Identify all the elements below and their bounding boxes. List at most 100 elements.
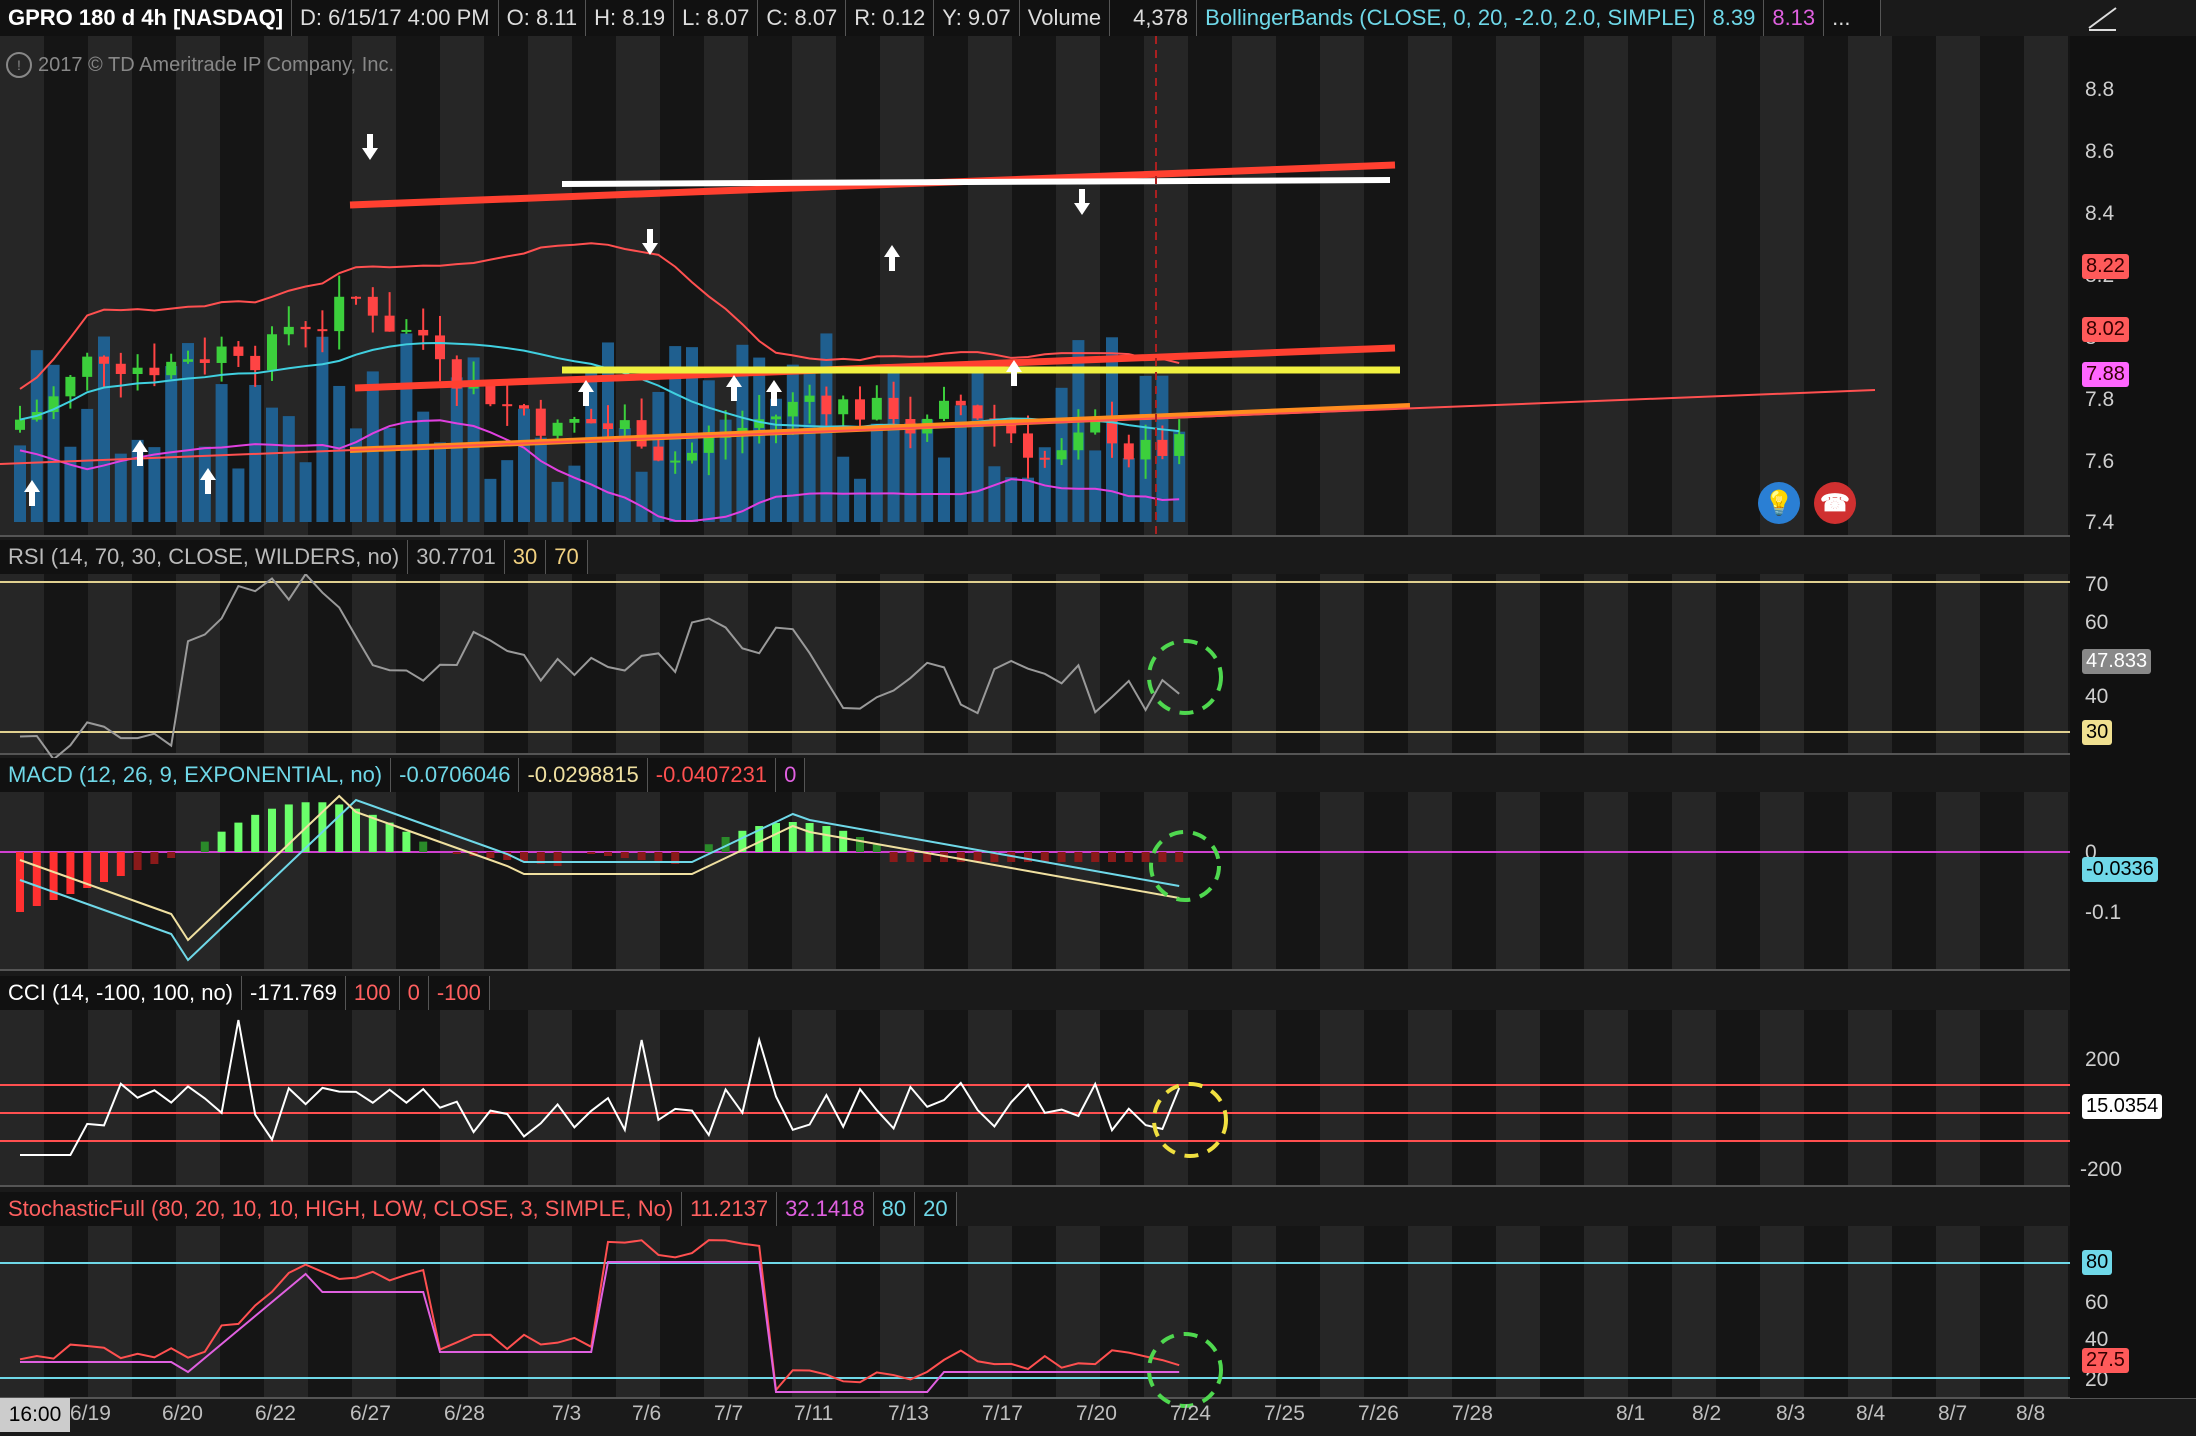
session-band <box>440 1226 484 1398</box>
session-band <box>1496 36 1540 536</box>
volume-bar <box>635 471 648 522</box>
candle-body <box>15 419 25 430</box>
x-label: 8/8 <box>2016 1402 2046 1425</box>
x-label: 7/28 <box>1452 1402 1493 1425</box>
session-band <box>1672 1010 1716 1186</box>
macd-label[interactable]: MACD (12, 26, 9, EXPONENTIAL, no) <box>0 758 392 792</box>
candle-body <box>267 334 277 371</box>
volume-bar <box>501 460 514 522</box>
volume-bar <box>14 445 26 522</box>
symbol-label[interactable]: GPRO 180 d 4h [NASDAQ] <box>0 0 293 36</box>
candle-body <box>804 395 815 402</box>
rsi-value: 30.7701 <box>408 540 505 574</box>
x-label: 8/4 <box>1856 1402 1886 1425</box>
candle-body <box>972 405 983 419</box>
more-menu[interactable]: ... <box>1824 0 1882 36</box>
candle-body <box>703 437 714 453</box>
x-label: 7/11 <box>794 1402 834 1425</box>
cci-under: -100 <box>428 976 490 1010</box>
session-band <box>1496 574 1540 754</box>
session-band <box>1232 36 1276 536</box>
macd-histogram-bar <box>116 852 125 876</box>
macd-histogram-bar <box>486 852 495 858</box>
macd-histogram-bar <box>889 852 898 862</box>
rsi-header: RSI (14, 70, 30, CLOSE, WILDERS, no) 30.… <box>0 540 588 574</box>
session-band <box>352 574 396 754</box>
session-band <box>2024 1226 2068 1398</box>
y-readout: Y: 9.07 <box>934 0 1020 36</box>
rsi-tick: 70 <box>2085 573 2109 596</box>
trend-line-icon[interactable] <box>2086 4 2120 32</box>
cci-over: 100 <box>345 976 400 1010</box>
candle-body <box>435 335 445 360</box>
session-band <box>616 574 660 754</box>
volume-bar <box>786 364 799 522</box>
stoch-header: StochasticFull (80, 20, 10, 10, HIGH, LO… <box>0 1192 957 1226</box>
price-tick: 8.4 <box>2085 202 2115 225</box>
candle-body <box>199 359 210 363</box>
volume-bar <box>434 442 446 522</box>
macd-histogram-bar <box>1108 852 1116 862</box>
volume-label[interactable]: Volume <box>1019 0 1111 36</box>
macd-histogram-bar <box>452 852 461 854</box>
stoch-tick: 60 <box>2085 1291 2109 1314</box>
cci-label[interactable]: CCI (14, -100, 100, no) <box>0 976 243 1010</box>
stoch-label[interactable]: StochasticFull (80, 20, 10, 10, HIGH, LO… <box>0 1192 683 1226</box>
session-band <box>792 1010 836 1186</box>
stoch-ob-tag: 80 <box>2082 1250 2113 1275</box>
session-band <box>1672 574 1716 754</box>
macd-histogram-bar <box>1124 852 1133 862</box>
cci-tick: 200 <box>2085 1048 2121 1071</box>
volume-bar <box>182 343 194 522</box>
volume-bar <box>837 456 850 522</box>
session-band <box>704 1226 748 1398</box>
macd-histogram-bar <box>839 830 848 852</box>
macd-avg: -0.0298815 <box>519 758 648 792</box>
session-band <box>1936 792 1980 970</box>
macd-histogram-bar <box>217 831 226 852</box>
info-icon[interactable]: ! <box>6 52 32 78</box>
session-band <box>352 1226 396 1398</box>
session-band <box>1056 792 1100 970</box>
macd-histogram-bar <box>402 831 411 852</box>
session-band <box>1320 36 1364 536</box>
lightbulb-icon[interactable]: 💡 <box>1758 482 1800 524</box>
session-band <box>1320 1010 1364 1186</box>
price-tick: 8.8 <box>2085 78 2115 101</box>
session-band <box>528 36 572 536</box>
session-band <box>704 792 748 970</box>
volume-bar <box>417 411 430 522</box>
volume-bar <box>618 428 631 522</box>
candle-body <box>552 422 563 436</box>
session-band <box>1408 36 1452 536</box>
candle-body <box>115 363 126 374</box>
candle-body <box>1006 424 1017 434</box>
macd-histogram-bar <box>234 822 243 852</box>
candle-body <box>401 329 412 332</box>
macd-tag: -0.0336 <box>2082 857 2158 882</box>
candle-body <box>838 399 849 415</box>
rsi-oversold: 30 <box>504 540 547 574</box>
session-band <box>1232 792 1276 970</box>
bb-mid-tag: 8.02 <box>2082 317 2129 342</box>
bollinger-label[interactable]: BollingerBands (CLOSE, 0, 20, -2.0, 2.0,… <box>1197 0 1705 36</box>
volume-value: 4,378 <box>1110 0 1198 36</box>
session-band <box>0 1010 44 1186</box>
candle-body <box>586 419 597 424</box>
candle-body <box>871 397 882 420</box>
candle-body <box>1140 439 1151 460</box>
volume-bar <box>81 408 94 522</box>
session-band <box>1936 1226 1980 1398</box>
session-band <box>176 1010 220 1186</box>
candle-body <box>1123 443 1134 460</box>
x-label: 6/22 <box>255 1402 296 1425</box>
session-band <box>704 574 748 754</box>
candle-body <box>183 359 193 362</box>
session-band <box>1320 574 1364 754</box>
macd-histogram-bar <box>100 852 108 882</box>
session-band <box>1408 1226 1452 1398</box>
x-label: 7/7 <box>714 1402 744 1425</box>
rsi-label[interactable]: RSI (14, 70, 30, CLOSE, WILDERS, no) <box>0 540 409 574</box>
session-band <box>2024 792 2068 970</box>
phone-icon[interactable]: ☎ <box>1814 482 1856 524</box>
